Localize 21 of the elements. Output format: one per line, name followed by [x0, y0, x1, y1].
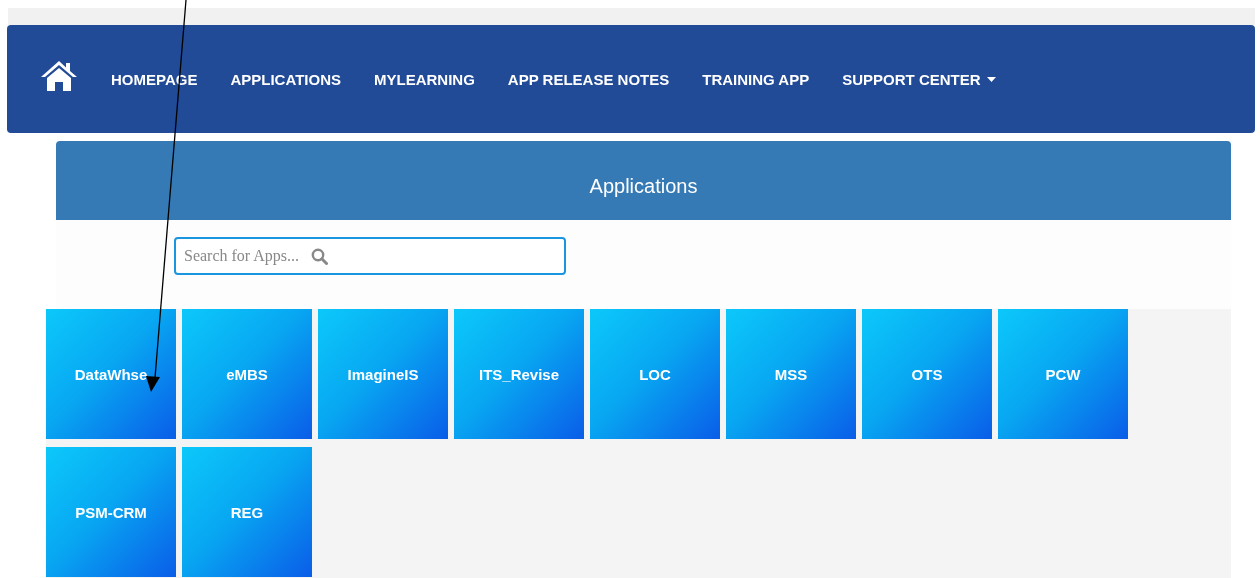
nav-link[interactable]: MYLEARNING	[373, 70, 475, 88]
nav-link[interactable]: SUPPORT CENTER	[842, 70, 996, 88]
nav-link[interactable]: APPLICATIONS	[230, 70, 341, 88]
panel-title: Applications	[589, 175, 698, 198]
search-icon	[311, 248, 328, 265]
app-tile[interactable]: MSS	[726, 309, 856, 439]
app-tile[interactable]: PSM-CRM	[46, 447, 176, 577]
app-tile[interactable]: ImagineIS	[318, 309, 448, 439]
app-tile[interactable]: eMBS	[182, 309, 312, 439]
nav-link[interactable]: HOMEPAGE	[111, 70, 198, 88]
caret-icon	[986, 76, 996, 82]
nav-link[interactable]: APP RELEASE NOTES	[507, 70, 670, 88]
app-tile[interactable]: ITS_Revise	[454, 309, 584, 439]
search-field[interactable]: Search for Apps...	[174, 237, 566, 275]
app-tile[interactable]: PCW	[998, 309, 1128, 439]
app-tile[interactable]: LOC	[590, 309, 720, 439]
home-icon[interactable]	[40, 60, 78, 92]
app-tile[interactable]: OTS	[862, 309, 992, 439]
app-tile[interactable]: DataWhse	[46, 309, 176, 439]
app-tile[interactable]: REG	[182, 447, 312, 577]
nav-link[interactable]: TRAINING APP	[702, 70, 810, 88]
